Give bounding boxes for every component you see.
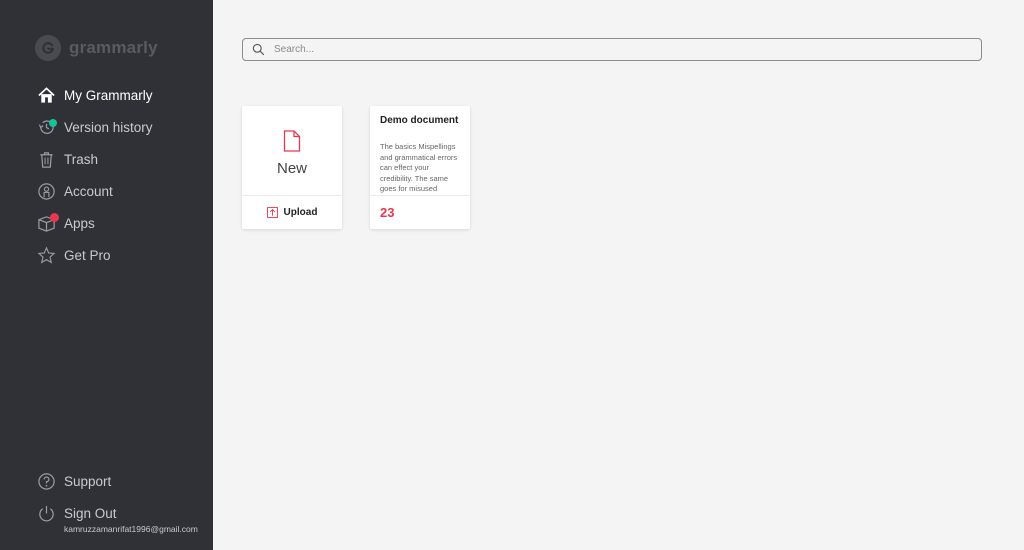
sidebar-item-label: Account xyxy=(64,183,113,199)
account-icon xyxy=(37,182,56,201)
sidebar-item-label: My Grammarly xyxy=(64,87,153,103)
brand-logo[interactable]: grammarly xyxy=(35,35,158,61)
new-document-button[interactable]: New xyxy=(242,106,342,195)
sidebar-item-get-pro[interactable]: Get Pro xyxy=(0,239,213,271)
home-icon xyxy=(37,86,56,105)
sidebar-item-label: Support xyxy=(64,473,112,489)
new-file-icon xyxy=(283,130,301,152)
document-score: 23 xyxy=(380,205,395,220)
help-icon xyxy=(37,472,56,491)
search-icon xyxy=(252,43,265,56)
sidebar-item-label: Sign Out xyxy=(64,505,117,521)
sidebar-item-support[interactable]: Support xyxy=(0,465,213,497)
document-card[interactable]: Demo document The basics Mispellings and… xyxy=(370,106,470,229)
sidebar-bottom-nav: Support Sign Out xyxy=(0,465,213,529)
sidebar-item-label: Get Pro xyxy=(64,247,111,263)
sidebar: grammarly My Grammarly Version history T… xyxy=(0,0,213,550)
search-bar[interactable] xyxy=(242,38,982,61)
new-label: New xyxy=(276,160,307,177)
search-input[interactable] xyxy=(274,44,954,55)
user-email: kamruzzamanrifat1996@gmail.com xyxy=(64,524,198,534)
trash-icon xyxy=(37,150,56,169)
history-icon xyxy=(37,118,57,137)
document-preview: The basics Mispellings and grammatical e… xyxy=(380,142,458,193)
sidebar-item-account[interactable]: Account xyxy=(0,175,213,207)
sidebar-item-trash[interactable]: Trash xyxy=(0,143,213,175)
apps-icon xyxy=(37,212,59,233)
grammarly-logo-icon xyxy=(35,35,61,61)
apps-badge xyxy=(50,212,59,222)
sidebar-nav: My Grammarly Version history Trash Accou… xyxy=(0,79,213,271)
upload-button[interactable]: Upload xyxy=(242,196,342,229)
upload-icon xyxy=(266,207,278,218)
sidebar-item-my-grammarly[interactable]: My Grammarly xyxy=(0,79,213,111)
sidebar-item-label: Version history xyxy=(64,119,153,135)
document-title: Demo document xyxy=(380,115,459,126)
sidebar-item-apps[interactable]: Apps xyxy=(0,207,213,239)
star-icon xyxy=(37,245,56,265)
new-document-card[interactable]: New Upload xyxy=(242,106,342,229)
brand-name: grammarly xyxy=(69,38,158,57)
card-divider xyxy=(370,195,470,196)
sidebar-item-label: Apps xyxy=(64,215,95,231)
sidebar-item-label: Trash xyxy=(64,151,99,167)
upload-label: Upload xyxy=(283,207,318,218)
sidebar-item-version-history[interactable]: Version history xyxy=(0,111,213,143)
history-badge xyxy=(49,118,57,127)
power-icon xyxy=(37,504,56,523)
